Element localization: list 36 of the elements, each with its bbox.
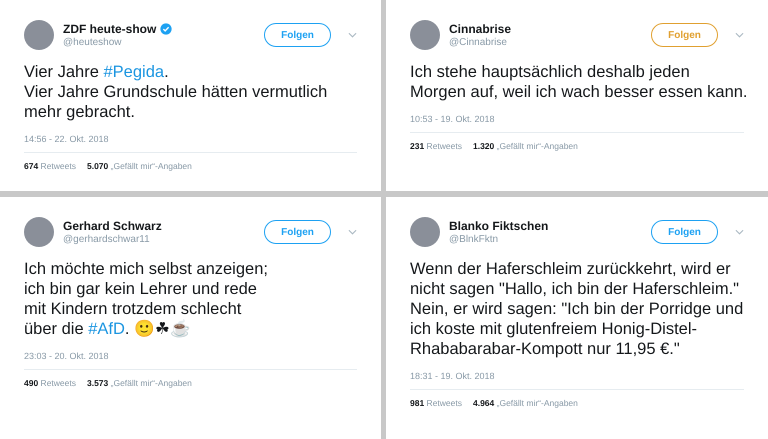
chevron-down-icon[interactable] (348, 229, 357, 235)
stat-count: 981 Retweets (410, 398, 462, 408)
stat-count: 3.573 „Gefällt mir“-Angaben (86, 378, 192, 388)
user-handle: @gerhardschwar11 (63, 234, 151, 245)
timestamp: 18:31 - 19. Okt. 2018 (410, 371, 496, 381)
timestamp: 10:53 - 19. Okt. 2018 (410, 114, 496, 124)
chevron-down-icon[interactable] (735, 32, 744, 38)
follow-button[interactable]: Folgen (264, 220, 331, 244)
follow-button[interactable]: Folgen (651, 220, 718, 244)
avatar-picture (410, 217, 440, 247)
user-handle: @Cinnabrise (449, 37, 508, 48)
chevron-down-icon[interactable] (735, 229, 744, 235)
user-handle: @BlnkFktn (449, 234, 500, 245)
timestamp: 14:56 - 22. Okt. 2018 (24, 134, 110, 144)
user-name: Gerhard Schwarz (63, 219, 162, 233)
chevron-down-icon[interactable] (348, 32, 357, 38)
follow-button[interactable]: Folgen (651, 23, 718, 47)
tweet-text: Ich möchte mich selbst anzeigen; ich bin gar kein Lehrer und rede mit Kindern trotzdem schlecht über die #AfD. 🙂☘☕ (24, 259, 269, 339)
tweet-text: Vier Jahre #Pegida. Vier Jahre Grundschule hätten vermutlich mehr gebracht. (24, 62, 328, 122)
follow-button[interactable]: Folgen (264, 23, 331, 47)
user-name: ZDF heute-show (63, 22, 156, 36)
user-name: Blanko Fiktschen (449, 219, 548, 233)
tweet-text: Wenn der Haferschleim zurückkehrt, wird er nicht sagen "Hallo, ich bin der Haferschleim." Nein, er wird sagen: "Ich bin der Porridge und ich koste mit glutenfreiem Honig-Distel- Rhababarabar-Kompott nur 11,95 €." (410, 259, 744, 359)
stat-count: 490 Retweets (24, 378, 76, 388)
timestamp: 23:03 - 20. Okt. 2018 (24, 351, 110, 361)
avatar-picture (24, 217, 54, 247)
stat-count: 1.320 „Gefällt mir“-Angaben (472, 141, 578, 151)
avatar-picture (24, 20, 54, 50)
stat-count: 231 Retweets (410, 141, 462, 151)
stat-count: 4.964 „Gefällt mir“-Angaben (472, 398, 578, 408)
user-name: Cinnabrise (449, 22, 512, 36)
user-handle: @heuteshow (63, 37, 123, 48)
stat-count: 5.070 „Gefällt mir“-Angaben (86, 161, 192, 171)
stat-count: 674 Retweets (24, 161, 76, 171)
tweet-text: Ich stehe hauptsächlich deshalb jeden Morgen auf, weil ich wach besser essen kann. (410, 62, 744, 102)
avatar-picture (410, 20, 440, 50)
